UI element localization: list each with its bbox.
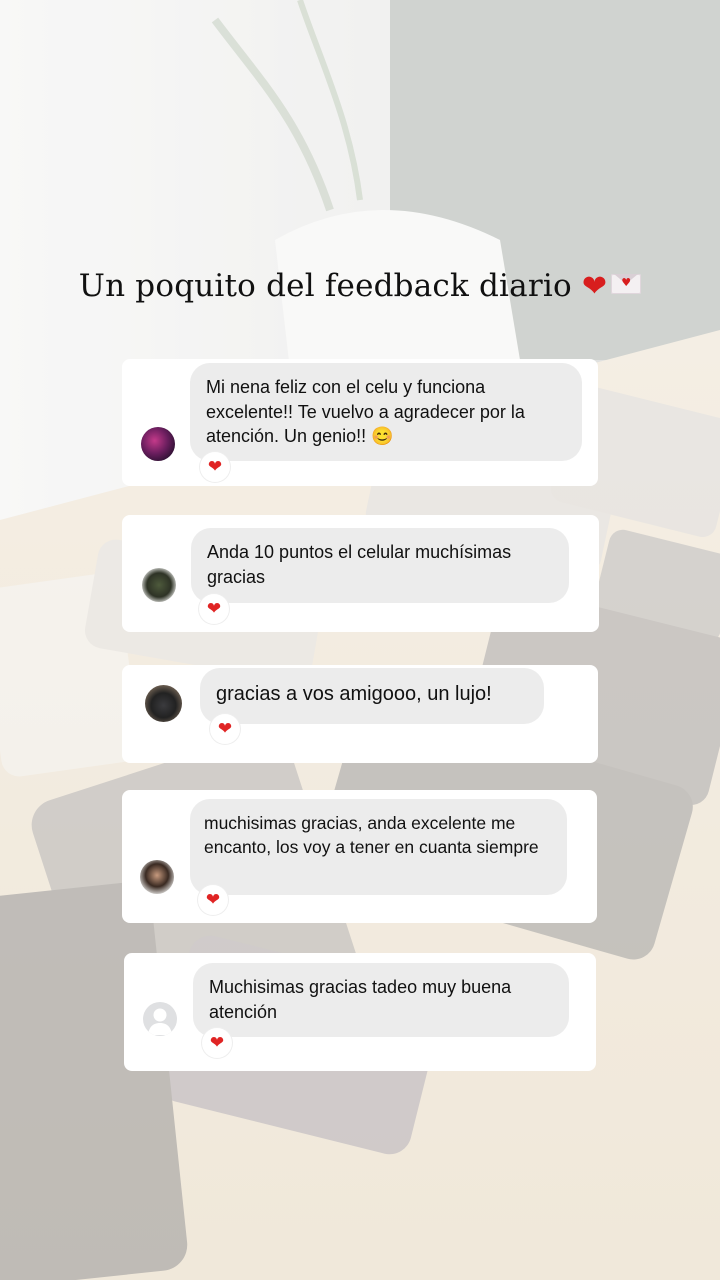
message-bubble: Muchisimas gracias tadeo muy buena atenc… — [193, 963, 569, 1037]
person-silhouette-icon — [148, 1008, 172, 1035]
photo-overlay — [0, 0, 720, 1280]
heart-reaction-icon[interactable]: ❤ — [210, 714, 240, 744]
message-bubble: gracias a vos amigooo, un lujo! — [200, 668, 544, 724]
avatar-placeholder-icon — [143, 1002, 177, 1036]
message-bubble: Mi nena feliz con el celu y funciona exc… — [190, 363, 582, 461]
message-bubble: muchisimas gracias, anda excelente me en… — [190, 799, 567, 895]
heart-reaction-icon[interactable]: ❤ — [198, 885, 228, 915]
avatar — [145, 685, 182, 722]
message-text: Muchisimas gracias tadeo muy buena atenc… — [209, 977, 512, 1022]
avatar — [142, 568, 176, 602]
heart-reaction-icon[interactable]: ❤ — [202, 1028, 232, 1058]
avatar — [140, 860, 174, 894]
message-text: muchisimas gracias, anda excelente me en… — [204, 813, 539, 857]
message-text: gracias a vos amigooo, un lujo! — [216, 683, 492, 705]
heart-emoji-icon: ❤ — [581, 269, 608, 304]
smiling-face-emoji-icon: 😊 — [371, 426, 394, 446]
message-text: Anda 10 puntos el celular muchísimas gra… — [207, 542, 512, 587]
story-title: Un poquito del feedback diario ❤ — [0, 268, 720, 304]
heart-reaction-icon[interactable]: ❤ — [200, 452, 230, 482]
story-title-text: Un poquito del feedback diario — [78, 268, 572, 304]
message-text: Mi nena feliz con el celu y funciona exc… — [206, 377, 525, 446]
love-letter-emoji-icon — [611, 274, 642, 294]
heart-reaction-icon[interactable]: ❤ — [199, 594, 229, 624]
avatar — [141, 427, 175, 461]
message-bubble: Anda 10 puntos el celular muchísimas gra… — [191, 528, 569, 603]
